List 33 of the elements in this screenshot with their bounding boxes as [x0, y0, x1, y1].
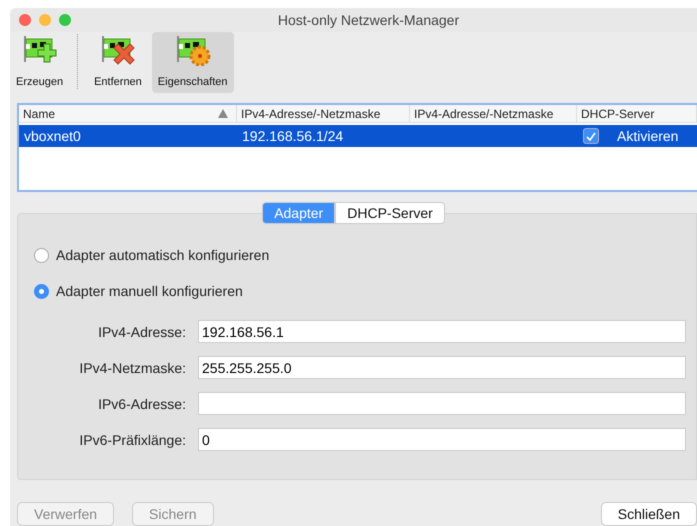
network-card-cross-icon: [100, 36, 136, 66]
close-button[interactable]: [19, 14, 31, 26]
radio-label: Adapter automatisch konfigurieren: [56, 247, 270, 264]
radio-button[interactable]: [34, 284, 49, 299]
radio-label: Adapter manuell konfigurieren: [56, 283, 243, 300]
window-title: Host-only Netzwerk-Manager: [278, 12, 460, 28]
input-field[interactable]: [198, 392, 686, 416]
table-row[interactable]: vboxnet0 192.168.56.1/24 Aktivieren: [19, 125, 697, 148]
field-label: IPv4-Adresse:: [97, 324, 186, 340]
checkbox-label: Aktivieren: [616, 128, 678, 144]
input-field[interactable]: 192.168.56.1: [198, 320, 686, 344]
tab[interactable]: DHCP-Server: [335, 202, 445, 224]
checkbox[interactable]: [583, 128, 599, 144]
column-header[interactable]: IPv4-Adresse/-Netzmaske: [414, 106, 554, 121]
field-label: IPv4-Netzmaske:: [78, 360, 186, 376]
input-field[interactable]: 255.255.255.0: [198, 356, 686, 380]
field-label: IPv6-Adresse:: [97, 396, 186, 412]
column-header[interactable]: Name: [23, 106, 218, 121]
column-header[interactable]: DHCP-Server: [581, 106, 654, 121]
table-cell-text: vboxnet0: [23, 127, 82, 146]
toolbar-button[interactable]: Eigenschaften: [152, 32, 234, 94]
network-card-gear-icon: [174, 36, 211, 66]
input-field[interactable]: 0: [198, 428, 686, 452]
field-label: IPv6-Präfixlänge:: [78, 432, 186, 448]
table-cell-text: 192.168.56.1/24: [241, 127, 344, 146]
toolbar-button[interactable]: Erzeugen: [10, 32, 70, 94]
checkmark-icon: [586, 132, 596, 141]
column-header[interactable]: IPv4-Adresse/-Netzmaske: [241, 106, 380, 121]
zoom-button[interactable]: [59, 14, 71, 26]
minimize-button[interactable]: [39, 14, 51, 26]
button[interactable]: Schließen: [600, 502, 697, 526]
radio-button[interactable]: [34, 248, 49, 263]
toolbar-button[interactable]: Entfernen: [88, 32, 148, 94]
